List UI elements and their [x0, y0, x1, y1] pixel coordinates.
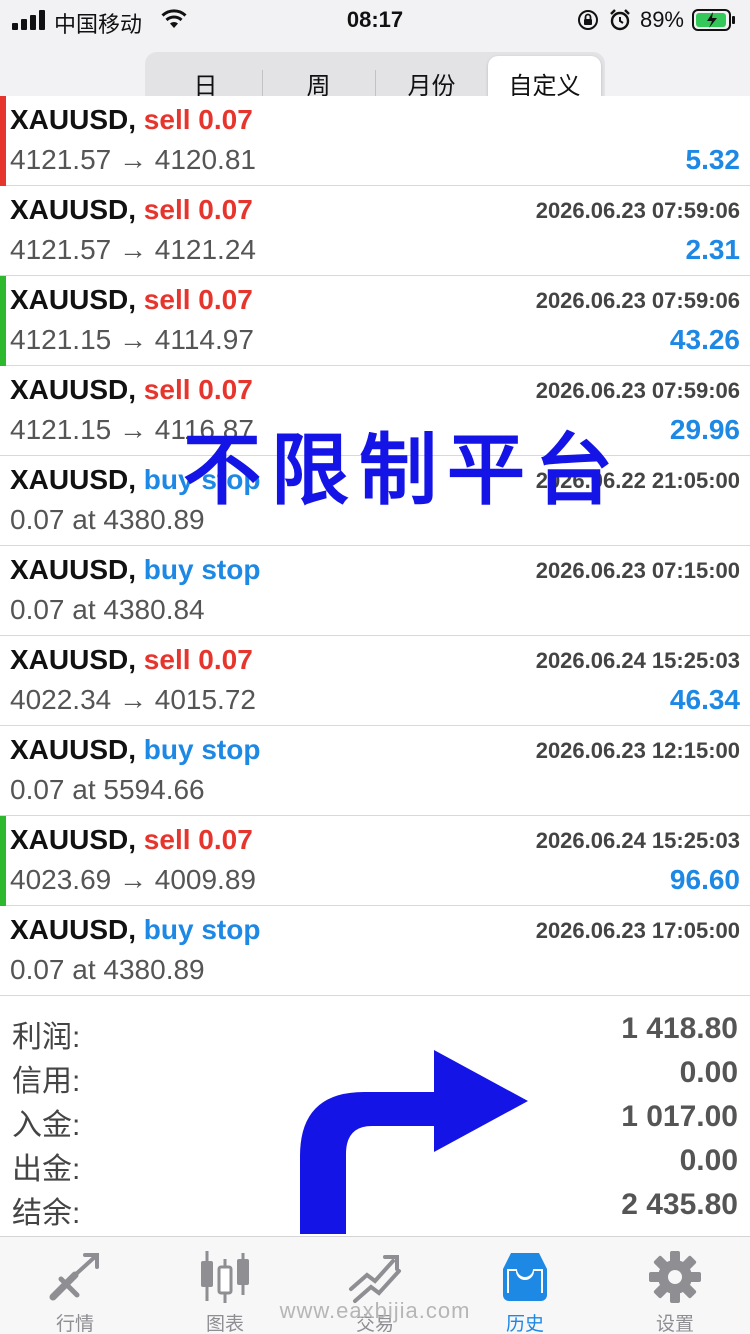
status-bar: 中国移动 08:17 89% — [0, 0, 750, 40]
deal-title: XAUUSD, buy stop — [10, 914, 260, 946]
deal-symbol: XAUUSD, — [10, 734, 137, 765]
deal-prices: 4121.57 → 4121.24 — [10, 234, 256, 265]
deal-time: 2026.06.24 15:25:03 — [535, 648, 740, 673]
summary-balance-value: 2 435.80 — [621, 1188, 738, 1221]
deal-symbol: XAUUSD, — [10, 194, 137, 225]
deal-direction: buy stop — [143, 734, 261, 765]
summary-credit-value: 0.00 — [679, 1056, 738, 1089]
deal-symbol: XAUUSD, — [10, 104, 137, 135]
deal-prices: 0.07 at 4380.89 — [10, 954, 205, 985]
deal-profit: 96.60 — [669, 864, 740, 895]
summary-profit-row: 利润: 1 418.80 — [0, 1008, 750, 1054]
deal-row[interactable]: XAUUSD, sell 0.07 4121.57 → 4120.81 5.32 — [0, 96, 750, 186]
summary-credit-label: 信用: — [12, 1065, 81, 1098]
deal-time: 2026.06.24 15:25:03 — [535, 828, 740, 853]
deal-prices: 0.07 at 5594.66 — [10, 774, 205, 805]
deal-profit: 2.31 — [685, 234, 741, 265]
deal-symbol: XAUUSD, — [10, 914, 137, 945]
deal-symbol: XAUUSD, — [10, 824, 137, 855]
deal-prices: 0.07 at 4380.89 — [10, 504, 205, 535]
settings-icon — [649, 1251, 701, 1303]
deal-time: 2026.06.23 07:59:06 — [535, 288, 740, 313]
deal-row[interactable]: XAUUSD, sell 0.07 2026.06.24 15:25:03 4023… — [0, 816, 750, 906]
deal-row[interactable]: XAUUSD, sell 0.07 2026.06.24 15:25:03 4022… — [0, 636, 750, 726]
deal-time: 2026.06.23 07:15:00 — [535, 558, 740, 583]
history-icon — [503, 1253, 547, 1301]
turn-right-arrow-icon — [300, 1050, 528, 1234]
deal-title: XAUUSD, sell 0.07 — [10, 644, 253, 676]
deal-row[interactable]: XAUUSD, buy stop 2026.06.23 07:15:00 0.07 … — [0, 546, 750, 636]
deal-row[interactable]: XAUUSD, buy stop 2026.06.23 12:15:00 0.07 … — [0, 726, 750, 816]
summary-deposit-value: 1 017.00 — [621, 1100, 738, 1133]
deal-symbol: XAUUSD, — [10, 554, 137, 585]
deal-status-marker — [0, 816, 6, 906]
deal-direction: buy stop — [143, 914, 261, 945]
deal-profit: 29.96 — [669, 414, 740, 445]
orientation-lock-icon — [577, 10, 598, 30]
deal-direction: sell 0.07 — [143, 284, 253, 315]
deal-symbol: XAUUSD, — [10, 284, 137, 315]
summary-balance-label: 结余: — [12, 1197, 81, 1230]
deal-status-marker — [0, 276, 6, 366]
summary-deposit-label: 入金: — [12, 1109, 81, 1142]
deal-status-marker — [0, 96, 6, 186]
deal-symbol: XAUUSD, — [10, 644, 137, 675]
deal-history-list[interactable]: XAUUSD, sell 0.07 4121.57 → 4120.81 5.32 XA… — [0, 96, 750, 996]
trade-icon — [349, 1255, 401, 1303]
deal-direction: sell 0.07 — [143, 374, 253, 405]
battery-percentage: 89% — [639, 7, 684, 32]
deal-prices: 4121.15 → 4114.97 — [10, 324, 254, 355]
deal-title: XAUUSD, buy stop — [10, 734, 260, 766]
deal-time: 2026.06.23 12:15:00 — [535, 738, 740, 763]
quotes-icon — [49, 1253, 99, 1301]
deal-time: 2026.06.23 07:59:06 — [535, 378, 740, 403]
deal-symbol: XAUUSD, — [10, 374, 137, 405]
deal-direction: sell 0.07 — [143, 194, 253, 225]
summary-withdrawal-label: 出金: — [12, 1153, 81, 1186]
summary-profit-label: 利润: — [12, 1021, 81, 1054]
deal-direction: sell 0.07 — [143, 824, 253, 855]
deal-time: 2026.06.23 07:59:06 — [535, 198, 740, 223]
deal-direction: sell 0.07 — [143, 104, 253, 135]
deal-prices: 0.07 at 4380.84 — [10, 594, 205, 625]
deal-direction: buy stop — [143, 554, 261, 585]
deal-time: 2026.06.23 17:05:00 — [535, 918, 740, 943]
deal-title: XAUUSD, sell 0.07 — [10, 284, 253, 316]
deal-prices: 4121.57 → 4120.81 — [10, 144, 256, 175]
deal-prices: 4023.69 → 4009.89 — [10, 864, 256, 895]
summary-withdrawal-value: 0.00 — [679, 1144, 738, 1177]
deal-title: XAUUSD, sell 0.07 — [10, 824, 253, 856]
chart-icon — [201, 1251, 249, 1303]
deal-row[interactable]: XAUUSD, sell 0.07 2026.06.23 07:59:06 4121… — [0, 186, 750, 276]
deal-row[interactable]: XAUUSD, buy stop 2026.06.23 17:05:00 0.07 … — [0, 906, 750, 996]
deal-prices: 4022.34 → 4015.72 — [10, 684, 256, 715]
deal-profit: 46.34 — [669, 684, 740, 715]
deal-profit: 5.32 — [685, 144, 741, 175]
deal-title: XAUUSD, buy stop — [10, 554, 260, 586]
deal-profit: 43.26 — [669, 324, 740, 355]
battery-charging-icon — [692, 9, 735, 31]
deal-direction: sell 0.07 — [143, 644, 253, 675]
deal-row[interactable]: XAUUSD, sell 0.07 2026.06.23 07:59:06 4121… — [0, 276, 750, 366]
overlay-caption: 不限制平台 — [183, 426, 624, 516]
deal-title: XAUUSD, sell 0.07 — [10, 194, 253, 226]
deal-symbol: XAUUSD, — [10, 464, 137, 495]
deal-title: XAUUSD, sell 0.07 — [10, 104, 253, 136]
watermark: www.eaxbijia.com — [279, 1298, 471, 1323]
summary-profit-value: 1 418.80 — [621, 1012, 738, 1045]
alarm-icon — [610, 9, 630, 31]
deal-title: XAUUSD, sell 0.07 — [10, 374, 253, 406]
